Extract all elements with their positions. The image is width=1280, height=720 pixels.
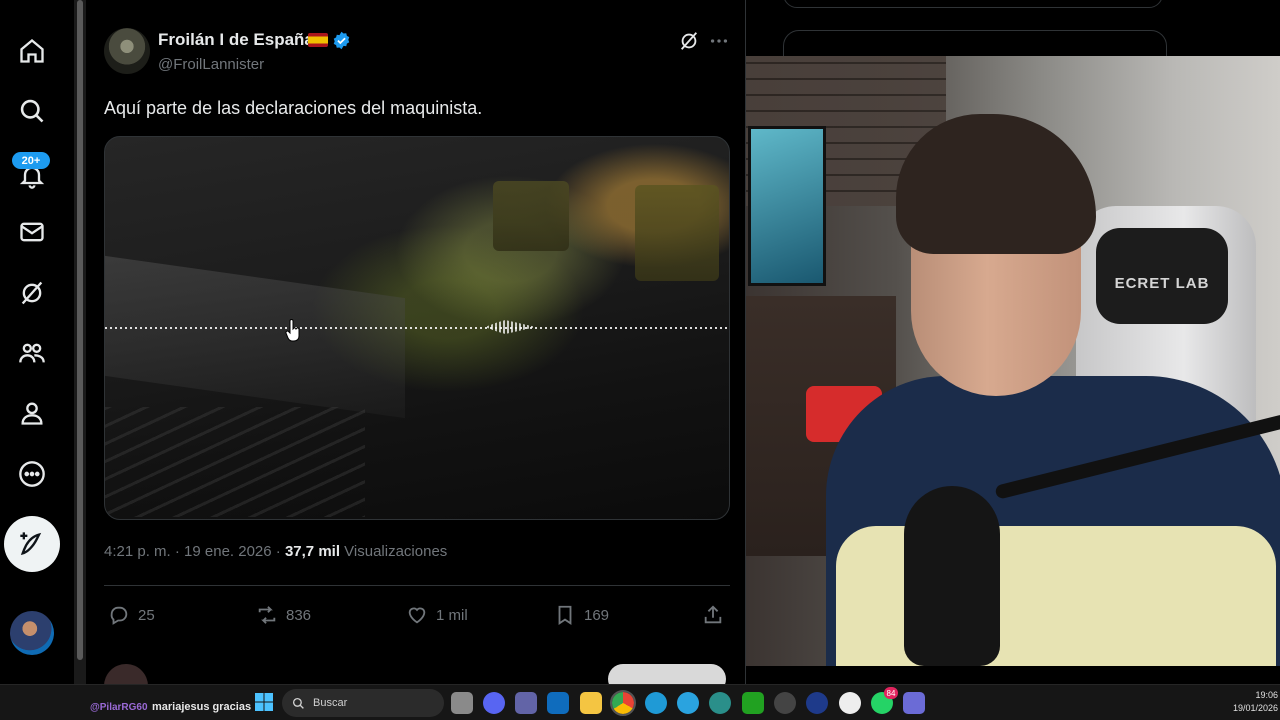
reply-count: 25 (138, 606, 155, 624)
tweet-text: Aquí parte de las declaraciones del maqu… (104, 98, 483, 118)
streamer-hair (896, 114, 1096, 254)
tweet-column: Froilán I de España @FroilLannister Aquí… (86, 0, 746, 708)
tweet-timestamp[interactable]: 4:21 p. m. · 19 ene. 2026 · (104, 543, 285, 560)
bookmark-count: 169 (584, 606, 610, 624)
reply-button[interactable]: 25 (108, 602, 155, 628)
like-button[interactable]: 1 mil (406, 602, 468, 628)
home-icon[interactable] (12, 31, 52, 71)
streamer-webcam: ECRET LAB (746, 56, 1280, 666)
sidebar-search-box[interactable] (783, 0, 1163, 8)
discord-icon[interactable] (483, 692, 505, 714)
verified-badge-icon (333, 31, 350, 50)
like-count: 1 mil (436, 606, 468, 624)
share-button[interactable] (702, 602, 724, 628)
author-name[interactable]: Froilán I de España (158, 30, 314, 50)
taskbar-search-placeholder: Buscar (313, 697, 348, 709)
chrome-icon[interactable] (610, 690, 636, 716)
heart-icon (408, 607, 426, 624)
repost-button[interactable]: 836 (256, 602, 311, 628)
chair-logo: ECRET LAB (1114, 275, 1210, 292)
taskbar-search[interactable]: Buscar (282, 689, 444, 717)
compose-icon (20, 532, 42, 555)
grok-app-icon[interactable] (774, 692, 796, 714)
chat-username: @PilarRG60 (90, 702, 148, 713)
background-monitor (748, 126, 826, 286)
video-frame-rails (105, 407, 365, 517)
repost-count: 836 (286, 606, 312, 624)
teams-icon[interactable] (515, 692, 537, 714)
views-count: 37,7 mil (284, 543, 340, 560)
bookmark-button[interactable]: 169 (554, 602, 609, 628)
divider (104, 585, 730, 586)
file-explorer-icon[interactable] (580, 692, 602, 714)
windows-taskbar: @PilarRG60 mariajesus gracias Buscar 84 … (0, 684, 1280, 720)
hand-cursor-icon (285, 319, 300, 342)
more-options-icon[interactable] (708, 30, 730, 52)
task-view-icon[interactable] (451, 692, 473, 714)
spain-flag-icon (308, 33, 328, 47)
repost-icon (258, 606, 276, 624)
account-avatar[interactable] (10, 611, 54, 655)
outlook-icon[interactable] (547, 692, 569, 714)
tweet-meta: 4:21 p. m. · 19 ene. 2026 · 37,7 mil Vis… (104, 543, 447, 560)
video-player[interactable] (104, 136, 730, 520)
chat-message: mariajesus gracias (152, 701, 252, 713)
search-icon (292, 697, 304, 709)
whatsapp-badge: 84 (884, 687, 898, 699)
author-handle[interactable]: @FroilLannister (158, 56, 264, 73)
audio-waveform-peak (487, 320, 533, 334)
video-frame-ambulance-left (493, 181, 569, 251)
video-frame-ambulance-right (635, 185, 719, 281)
telegram-icon[interactable] (677, 692, 699, 714)
clock-date[interactable]: 19/01/2026 (1230, 703, 1278, 713)
clock-time[interactable]: 19:06 (1240, 690, 1278, 700)
bookmark-icon (558, 605, 572, 625)
share-icon (704, 605, 722, 624)
notifications-badge: 20+ (12, 152, 50, 169)
network-app-icon[interactable] (709, 692, 731, 714)
more-icon[interactable] (12, 454, 52, 494)
windows-start-icon[interactable] (254, 692, 274, 712)
audio-waveform (105, 327, 729, 329)
snipping-tool-icon[interactable] (903, 692, 925, 714)
views-label: Visualizaciones (340, 543, 448, 560)
edge-icon[interactable] (645, 692, 667, 714)
search-icon[interactable] (12, 91, 52, 131)
profile-icon[interactable] (12, 393, 52, 433)
video-frame-train (105, 255, 405, 419)
camtasia-icon[interactable] (742, 692, 764, 714)
left-nav: 20+ (0, 0, 64, 684)
communities-icon[interactable] (12, 333, 52, 373)
reply-icon (110, 606, 128, 625)
grok-explain-icon[interactable] (678, 30, 700, 52)
streamer-jacket-yellow (836, 526, 1276, 666)
obs-icon[interactable] (806, 692, 828, 714)
messages-icon[interactable] (12, 212, 52, 252)
scrollbar-thumb[interactable] (77, 0, 83, 660)
compose-button[interactable] (4, 516, 60, 572)
author-avatar[interactable] (104, 28, 150, 74)
chrome-profile-icon[interactable] (839, 692, 861, 714)
grok-icon[interactable] (12, 273, 52, 313)
microphone (904, 486, 1000, 666)
